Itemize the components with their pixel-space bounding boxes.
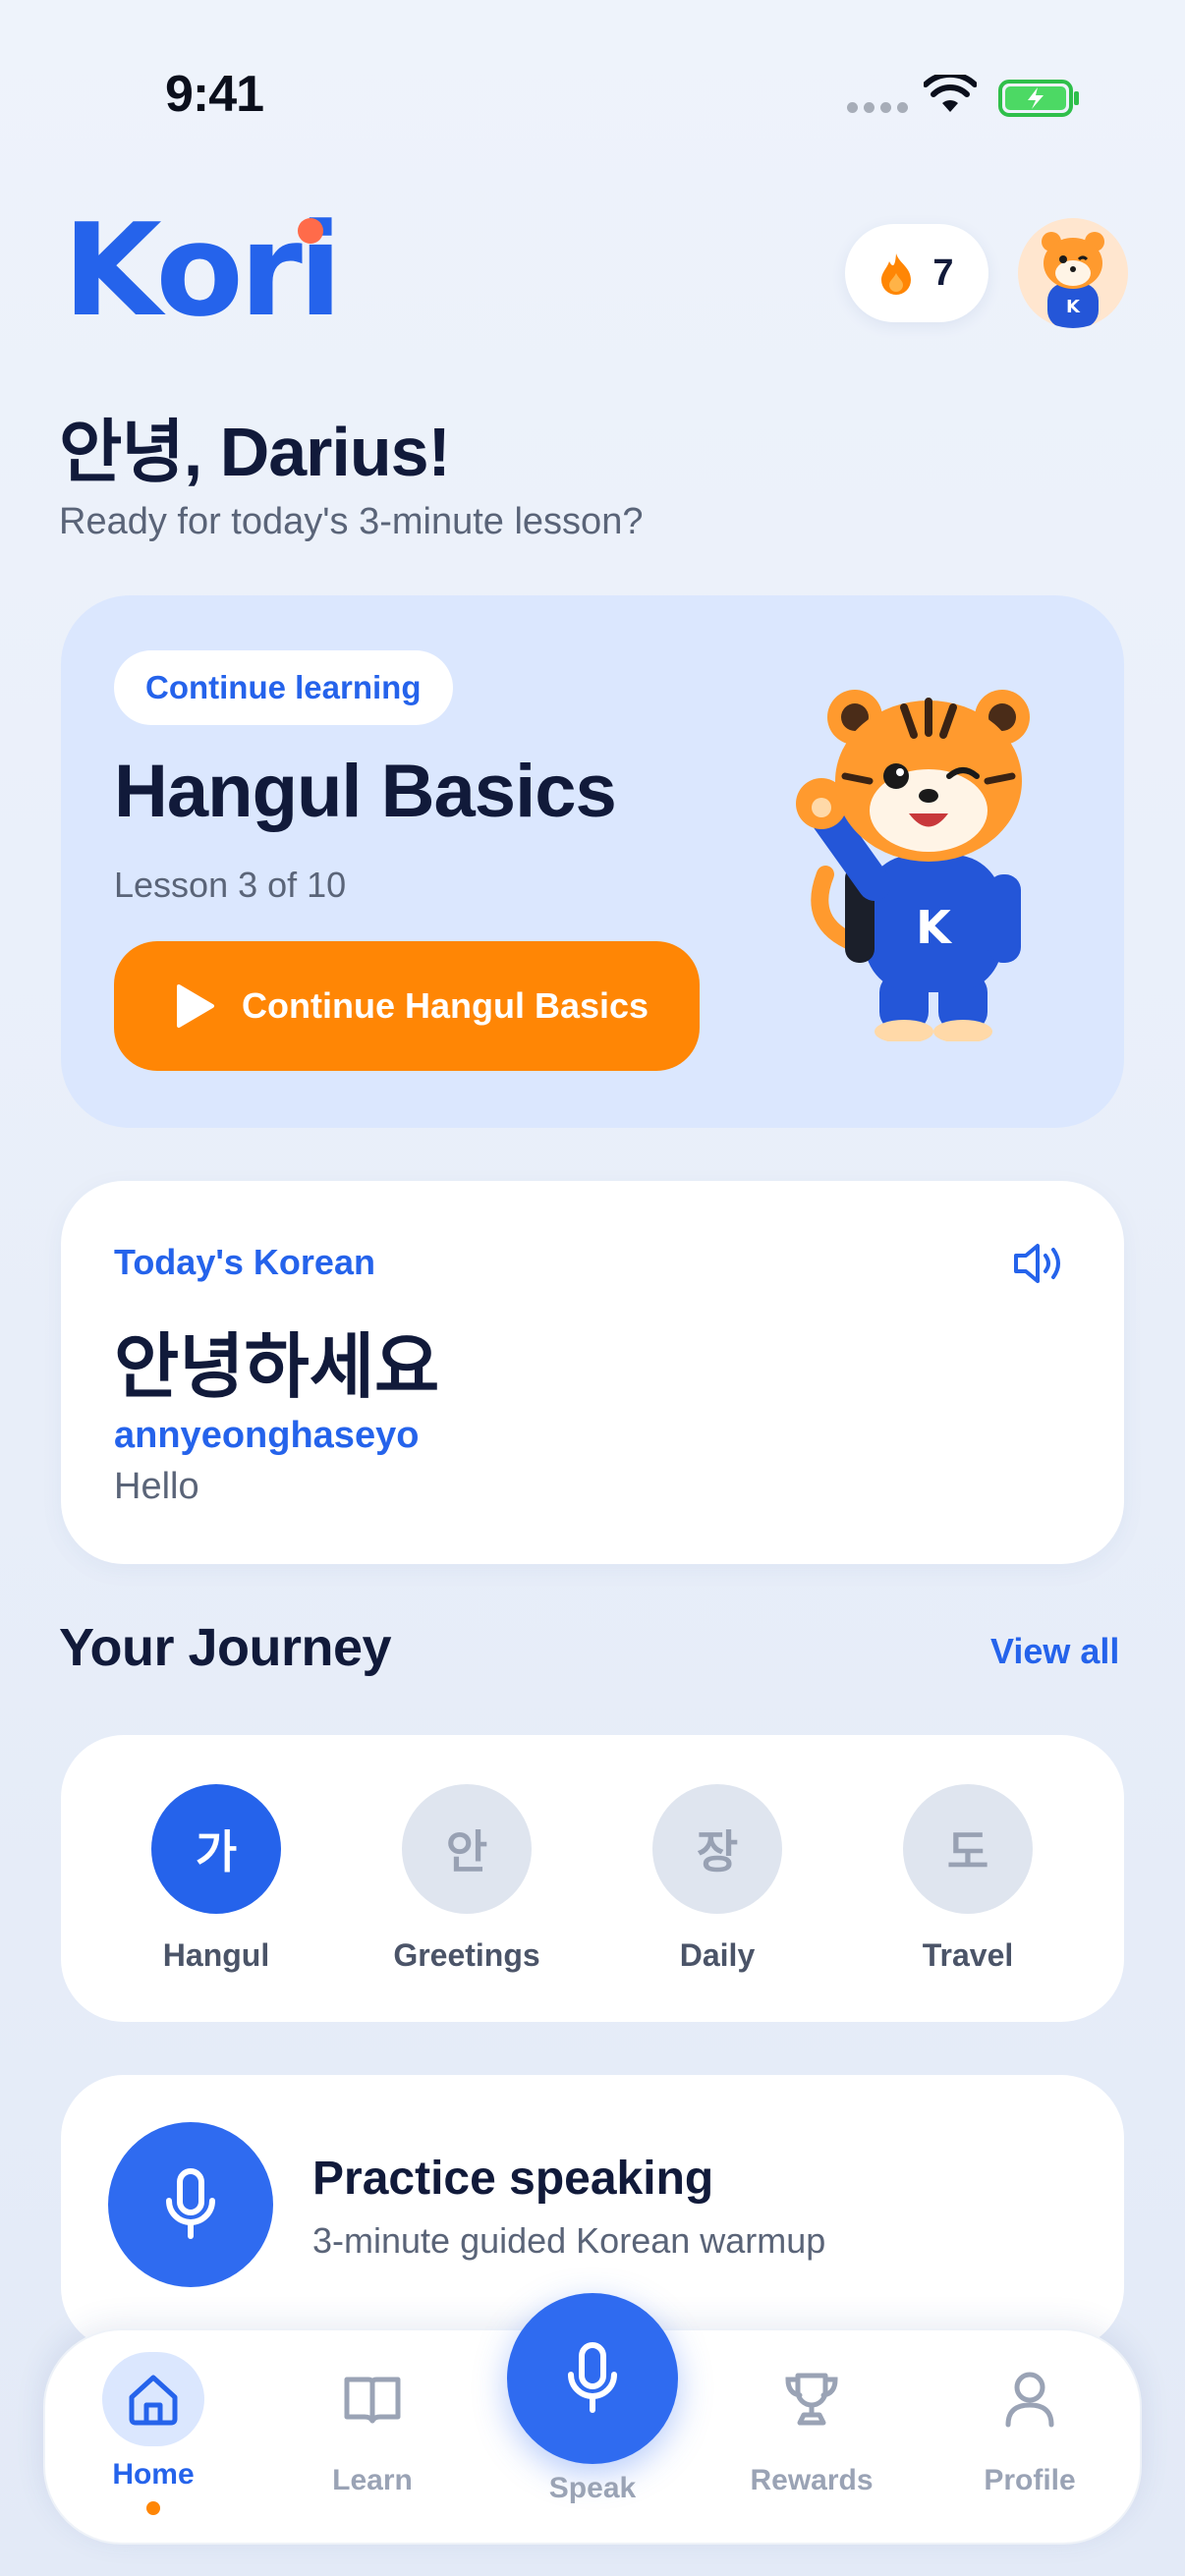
journey-item-hangul[interactable]: 가 Hangul: [118, 1784, 314, 1974]
journey-title: Your Journey: [59, 1618, 392, 1677]
nav-profile-label: Profile: [984, 2464, 1076, 2496]
tiger-avatar-icon: K: [1018, 218, 1128, 328]
journey-item-daily[interactable]: 장 Daily: [619, 1784, 816, 1974]
journey-label: Greetings: [393, 1937, 540, 1973]
practice-subtitle: 3-minute guided Korean warmup: [312, 2220, 826, 2261]
today-meaning: Hello: [114, 1466, 199, 1507]
nav-learn[interactable]: Learn: [284, 2352, 461, 2497]
nav-rewards-label: Rewards: [750, 2464, 874, 2496]
nav-speak-label: Speak: [548, 2472, 637, 2504]
flame-icon: [881, 253, 912, 295]
continue-button[interactable]: Continue Hangul Basics: [114, 941, 700, 1071]
status-time: 9:41: [165, 66, 264, 123]
journey-glyph: 가: [151, 1784, 281, 1914]
practice-title: Practice speaking: [312, 2153, 714, 2205]
nav-home-label: Home: [112, 2458, 195, 2491]
mic-icon: [166, 2168, 215, 2239]
journey-label: Travel: [922, 1937, 1014, 1973]
person-icon: [1005, 2372, 1054, 2428]
practice-mic-button[interactable]: [108, 2122, 273, 2287]
person-icon-wrap: [979, 2352, 1081, 2446]
tiger-mascot-icon: K: [796, 690, 1030, 1041]
journey-item-travel[interactable]: 도 Travel: [870, 1784, 1066, 1974]
today-korean-label: Today's Korean: [114, 1242, 375, 1282]
journey-item-greetings[interactable]: 안 Greetings: [368, 1784, 565, 1974]
journey-glyph: 장: [652, 1784, 782, 1914]
signal-icon: [847, 102, 908, 113]
streak-count: 7: [932, 252, 954, 294]
greeting-subtitle: Ready for today's 3-minute lesson?: [59, 501, 644, 542]
today-word: 안녕하세요: [114, 1325, 440, 1408]
svg-text:K: K: [916, 901, 953, 954]
svg-text:K: K: [1066, 297, 1081, 317]
journey-glyph: 도: [903, 1784, 1033, 1914]
today-romanization: annyeonghaseyo: [114, 1415, 420, 1456]
trophy-icon: [785, 2373, 838, 2426]
nav-home[interactable]: Home: [65, 2352, 242, 2515]
view-all-link[interactable]: View all: [990, 1631, 1119, 1672]
lesson-progress: Lesson 3 of 10: [114, 865, 347, 905]
home-icon-wrap: [102, 2352, 204, 2446]
speaker-icon[interactable]: [1012, 1240, 1067, 1287]
nav-speak-button[interactable]: [507, 2293, 678, 2464]
avatar[interactable]: K: [1018, 218, 1128, 328]
home-icon: [129, 2375, 178, 2426]
book-icon: [344, 2377, 401, 2424]
lesson-title: Hangul Basics: [114, 750, 617, 833]
nav-active-dot: [146, 2501, 160, 2515]
wifi-icon: [924, 75, 977, 112]
nav-rewards[interactable]: Rewards: [723, 2352, 900, 2497]
mic-icon: [568, 2342, 617, 2413]
continue-button-label: Continue Hangul Basics: [242, 985, 649, 1026]
journey-label: Hangul: [162, 1937, 270, 1973]
trophy-icon-wrap: [761, 2352, 863, 2446]
nav-profile[interactable]: Profile: [941, 2352, 1118, 2497]
streak-badge[interactable]: 7: [845, 224, 988, 322]
greeting-title: 안녕, Darius!: [59, 414, 451, 490]
continue-learning-pill: Continue learning: [114, 650, 453, 725]
journey-glyph: 안: [402, 1784, 532, 1914]
nav-learn-label: Learn: [332, 2464, 413, 2496]
logo-dot: [298, 218, 323, 244]
app-logo: Kori: [63, 196, 342, 345]
book-icon-wrap: [321, 2352, 423, 2446]
play-icon: [177, 984, 214, 1028]
battery-icon: [998, 80, 1079, 117]
journey-label: Daily: [679, 1937, 756, 1973]
